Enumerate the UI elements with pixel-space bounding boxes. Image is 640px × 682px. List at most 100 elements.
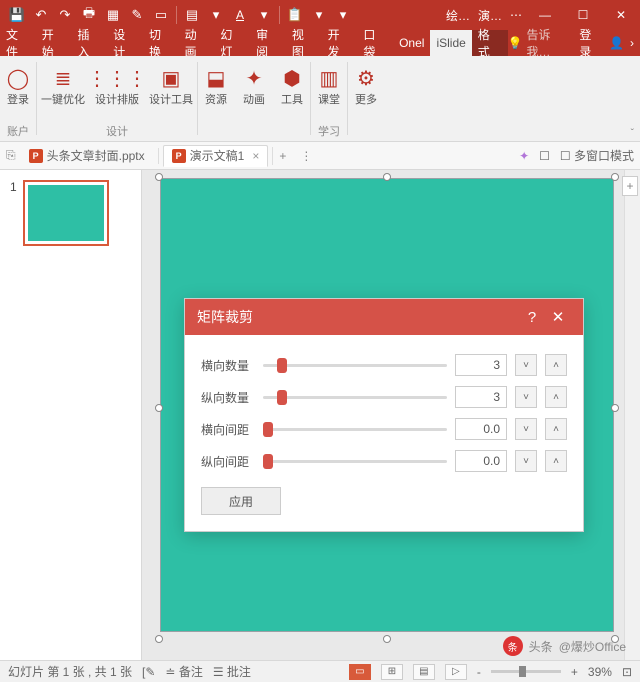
dropdown2-icon[interactable]: ▾ bbox=[332, 4, 354, 26]
font-color-icon[interactable]: A bbox=[229, 4, 251, 26]
close-button[interactable]: ✕ bbox=[606, 0, 636, 30]
zoom-out-button[interactable]: - bbox=[477, 665, 481, 679]
tab-slideshow[interactable]: 幻灯 bbox=[214, 30, 250, 56]
view-reading-button[interactable]: ▤ bbox=[413, 664, 435, 680]
tab-list-button[interactable]: ⋮ bbox=[296, 147, 316, 165]
row-slider[interactable] bbox=[263, 460, 447, 463]
zoom-in-button[interactable]: + bbox=[571, 665, 578, 679]
row-slider[interactable] bbox=[263, 428, 447, 431]
row-slider[interactable] bbox=[263, 364, 447, 367]
help-icon[interactable]: ? bbox=[519, 309, 545, 326]
tab-onekey[interactable]: Onel bbox=[393, 30, 430, 56]
step-up-button[interactable]: ˄ bbox=[545, 354, 567, 376]
resize-handle-e[interactable] bbox=[611, 404, 619, 412]
row-value[interactable]: 3 bbox=[455, 354, 507, 376]
notes-button[interactable]: ≐ 备注 bbox=[165, 663, 202, 680]
zoom-level[interactable]: 39% bbox=[588, 665, 612, 679]
resource-button[interactable]: ⬓资源 bbox=[202, 62, 230, 106]
more-icon[interactable]: ▾ bbox=[253, 4, 275, 26]
docmenu-icon[interactable]: ⎘ bbox=[6, 148, 16, 163]
multi-window[interactable]: ☐ 多窗口模式 bbox=[560, 147, 634, 164]
resize-handle-n[interactable] bbox=[383, 173, 391, 181]
tool-button[interactable]: ⬢工具 bbox=[278, 62, 306, 106]
slide-thumbnail-1[interactable] bbox=[23, 180, 109, 246]
user-icon[interactable]: 👤 bbox=[609, 36, 624, 50]
slide-counter: 幻灯片 第 1 张 , 共 1 张 bbox=[8, 663, 132, 680]
login-button[interactable]: ◯登录 bbox=[4, 62, 32, 106]
design-tool-button[interactable]: ▣设计工具 bbox=[149, 62, 193, 106]
dialog-header[interactable]: 矩阵裁剪 ? ✕ bbox=[185, 299, 583, 335]
step-up-button[interactable]: ˄ bbox=[545, 450, 567, 472]
row-label: 横向间距 bbox=[201, 421, 255, 438]
more-button[interactable]: ⚙更多 bbox=[352, 62, 380, 106]
tab-dev[interactable]: 开发 bbox=[322, 30, 358, 56]
print-icon[interactable]: 🖶 bbox=[78, 4, 100, 26]
fit-button[interactable]: ⊡ bbox=[622, 665, 632, 679]
undo-icon[interactable]: ↶ bbox=[30, 4, 52, 26]
tab-animation[interactable]: 动画 bbox=[179, 30, 215, 56]
doc-tab-1[interactable]: P 头条文章封面.pptx bbox=[20, 145, 154, 167]
dropdown-icon[interactable]: ▾ bbox=[308, 4, 330, 26]
new-icon[interactable]: ▤ bbox=[181, 4, 203, 26]
zoom-slider[interactable] bbox=[491, 670, 561, 673]
tab-islide[interactable]: iSlide bbox=[430, 30, 471, 56]
row-value[interactable]: 3 bbox=[455, 386, 507, 408]
view-slideshow-button[interactable]: ▷ bbox=[445, 664, 467, 680]
close-dialog-icon[interactable]: ✕ bbox=[545, 308, 571, 326]
class-button[interactable]: ▥课堂 bbox=[315, 62, 343, 106]
tab-design[interactable]: 设计 bbox=[107, 30, 143, 56]
doc-tab-2[interactable]: P 演示文稿1 × bbox=[163, 145, 269, 167]
apply-button[interactable]: 应用 bbox=[201, 487, 281, 515]
vertical-scrollbar[interactable] bbox=[624, 170, 640, 660]
tab-format[interactable]: 格式 bbox=[472, 30, 508, 56]
step-down-button[interactable]: ˅ bbox=[515, 354, 537, 376]
close-tab-icon[interactable]: × bbox=[252, 149, 259, 163]
view-sorter-button[interactable]: ⊞ bbox=[381, 664, 403, 680]
tab-review[interactable]: 审阅 bbox=[250, 30, 286, 56]
tab-transition[interactable]: 切换 bbox=[143, 30, 179, 56]
resize-handle-ne[interactable] bbox=[611, 173, 619, 181]
collapse-ribbon-icon[interactable]: ˇ bbox=[631, 128, 634, 139]
paint-icon[interactable]: ▾ bbox=[205, 4, 227, 26]
tab-pocket[interactable]: 口袋 bbox=[357, 30, 393, 56]
step-down-button[interactable]: ˅ bbox=[515, 418, 537, 440]
optimize-button[interactable]: ≣一键优化 bbox=[41, 62, 85, 106]
resize-handle-s[interactable] bbox=[383, 635, 391, 643]
anim-button[interactable]: ✦动画 bbox=[240, 62, 268, 106]
tab-insert[interactable]: 插入 bbox=[71, 30, 107, 56]
save-icon[interactable]: 💾 bbox=[6, 4, 28, 26]
redo-icon[interactable]: ↷ bbox=[54, 4, 76, 26]
magic-icon[interactable]: ✦ bbox=[519, 149, 529, 163]
preview-icon[interactable]: ▭ bbox=[150, 4, 172, 26]
row-slider[interactable] bbox=[263, 396, 447, 399]
tab-view[interactable]: 视图 bbox=[286, 30, 322, 56]
zoom-fit-button[interactable]: + bbox=[622, 176, 638, 196]
eyedropper-icon[interactable]: ✎ bbox=[126, 4, 148, 26]
user-circle-icon: ◯ bbox=[4, 64, 32, 92]
resize-handle-sw[interactable] bbox=[155, 635, 163, 643]
watermark-author: @爆炒Office bbox=[559, 638, 626, 655]
view-normal-button[interactable]: ▭ bbox=[349, 664, 371, 680]
step-up-button[interactable]: ˄ bbox=[545, 418, 567, 440]
resize-handle-nw[interactable] bbox=[155, 173, 163, 181]
tab-home[interactable]: 开始 bbox=[36, 30, 72, 56]
selected-shape[interactable]: 矩阵裁剪 ? ✕ 横向数量3˅˄纵向数量3˅˄横向间距0.0˅˄纵向间距0.0˅… bbox=[160, 178, 614, 638]
paste-icon[interactable]: 📋 bbox=[284, 4, 306, 26]
chevron-icon[interactable]: › bbox=[630, 36, 634, 50]
step-down-button[interactable]: ˅ bbox=[515, 386, 537, 408]
spellcheck-icon[interactable]: [✎ bbox=[142, 665, 155, 679]
comments-button[interactable]: ☰ 批注 bbox=[213, 663, 251, 680]
tell-me[interactable]: 💡 告诉我… bbox=[508, 26, 574, 60]
tab-file[interactable]: 文件 bbox=[0, 30, 36, 56]
pin-icon[interactable]: ☐ bbox=[539, 149, 550, 163]
step-down-button[interactable]: ˅ bbox=[515, 450, 537, 472]
resize-handle-w[interactable] bbox=[155, 404, 163, 412]
new-tab-button[interactable]: + bbox=[272, 147, 292, 165]
row-value[interactable]: 0.0 bbox=[455, 418, 507, 440]
login-link[interactable]: 登录 bbox=[579, 26, 603, 60]
grid-icon[interactable]: ▦ bbox=[102, 4, 124, 26]
overflow-icon[interactable]: ⋯ bbox=[510, 8, 522, 22]
layout-button[interactable]: ⋮⋮⋮设计排版 bbox=[95, 62, 139, 106]
row-value[interactable]: 0.0 bbox=[455, 450, 507, 472]
step-up-button[interactable]: ˄ bbox=[545, 386, 567, 408]
